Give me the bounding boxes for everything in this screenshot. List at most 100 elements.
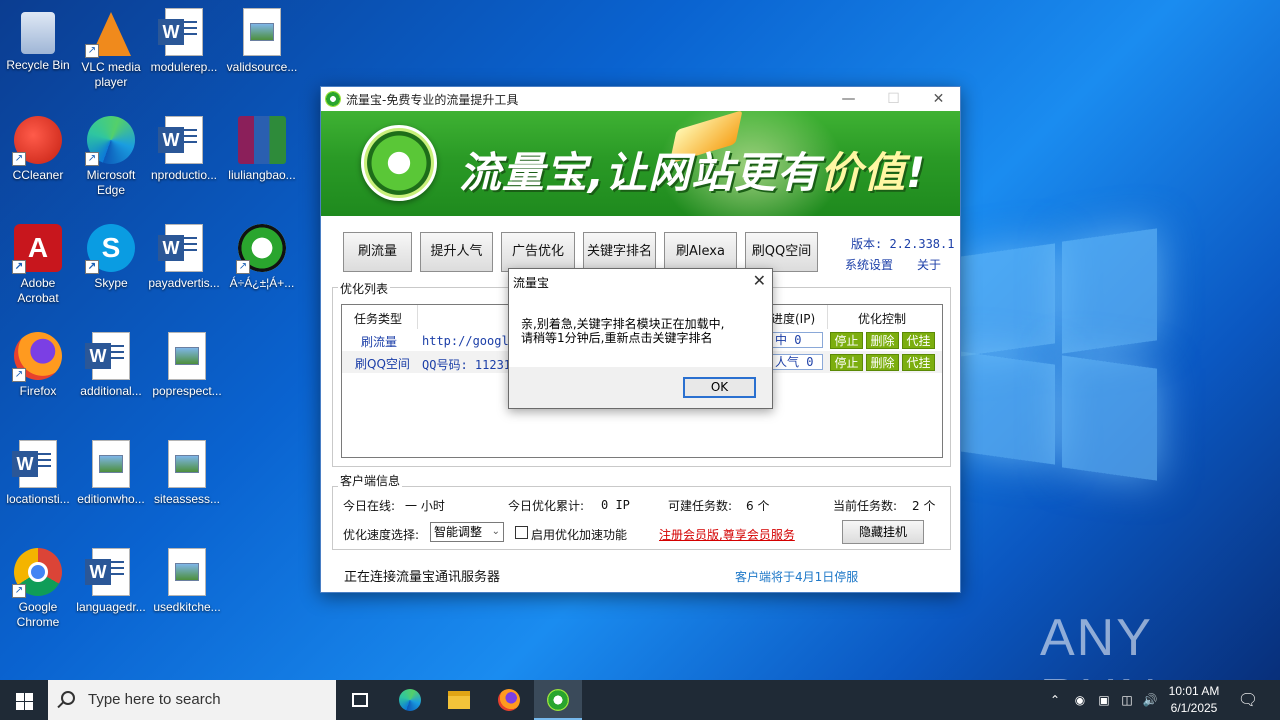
hide-hang-button[interactable]: 隐藏挂机 [842,520,924,544]
desktop-icon-ccleaner[interactable]: ↗ CCleaner [0,116,76,183]
network-icon[interactable]: ◫ [1117,680,1137,720]
version-label: 版本: 2.2.338.1 [851,237,955,251]
volume-icon[interactable]: 🔊 [1140,680,1160,720]
col-control: 优化控制 [858,312,907,326]
desktop-icon-label: nproductio... [150,168,218,182]
task-view-icon [352,693,368,707]
taskbar-edge[interactable] [386,680,434,720]
meet-now-icon[interactable]: ▣ [1094,680,1114,720]
dialog-message-line1: 亲,别着急,关键字排名模块正在加载中, [521,317,725,331]
desktop-icon-locationsti[interactable]: W locationsti... [0,440,76,507]
word-doc-icon: W [12,440,57,488]
banner: 流量宝,让网站更有价值! [321,111,960,216]
available-value: 6 个 [746,499,770,513]
desktop-icon-label: editionwho... [77,492,145,506]
maximize-button[interactable]: ☐ [871,87,916,111]
desktop-icon-nproductio[interactable]: W nproductio... [146,116,222,183]
delete-button[interactable]: 删除 [866,332,899,349]
desktop-icon-label: poprespect... [152,384,222,398]
liuliangbao-icon: ↗ [236,224,286,274]
ok-button[interactable]: OK [683,377,756,398]
window-title: 流量宝-免费专业的流量提升工具 [346,92,519,107]
nav-button-qqzone[interactable]: 刷QQ空间 [745,232,818,272]
word-doc-icon: W [85,332,130,380]
liuliangbao-logo [361,125,437,201]
desktop-icon-validsource[interactable]: validsource... [224,8,300,75]
register-link[interactable]: 注册会员版,尊享会员服务 [659,526,795,543]
accum-label: 今日优化累计: [508,499,585,513]
ccleaner-icon: ↗ [12,116,62,166]
nav-button-alexa[interactable]: 刷Alexa [664,232,737,272]
word-doc-icon: W [158,8,203,56]
delete-button[interactable]: 删除 [866,354,899,371]
nav-button-guanggaoyouhua[interactable]: 广告优化 [501,232,575,272]
desktop-icon-editionwho[interactable]: editionwho... [73,440,149,507]
desktop-icon-siteassess[interactable]: siteassess... [149,440,225,507]
current-label: 当前任务数: [833,499,898,513]
speed-select[interactable]: 智能调整 ⌄ [430,522,504,542]
clock-time: 10:01 AM [1168,684,1220,698]
hang-button[interactable]: 代挂 [902,332,935,349]
row-target: QQ号码: 11231 [422,358,512,372]
desktop-icon-additional[interactable]: W additional... [73,332,149,399]
col-progress: 进度(IP) [771,312,816,326]
dialog-close-button[interactable]: ✕ [753,271,766,290]
dialog-message-line2: 请稍等1分钟后,重新点击关键字排名 [521,331,713,345]
desktop-icon-poprespect[interactable]: poprespect... [149,332,225,399]
desktop-icon-edge[interactable]: ↗ Microsoft Edge [73,116,149,198]
row-progress: 人气 0 [771,354,823,370]
desktop-icon-vlc[interactable]: ↗ VLC media player [73,8,149,90]
nav-button-keyword-rank[interactable]: 关键字排名 [583,232,656,272]
stop-button[interactable]: 停止 [830,332,863,349]
taskbar-clock[interactable]: 10:01 AM 6/1/2025 [1160,683,1228,717]
status-right: 客户端将于4月1日停服 [735,570,859,584]
desktop-icon-languagedr[interactable]: W languagedr... [73,548,149,615]
chevron-up-icon[interactable]: ⌃ [1046,680,1064,720]
taskbar-file-explorer[interactable] [435,680,483,720]
image-file-icon [168,440,206,488]
minimize-button[interactable]: — [826,87,871,111]
search-placeholder: Type here to search [88,691,221,708]
about-link[interactable]: 关于 [917,256,941,273]
start-button[interactable] [0,680,48,720]
desktop-icon-liuliangbao-archive[interactable]: liuliangbao... [224,116,300,183]
desktop-icon-label: Google Chrome [16,600,60,629]
app-icon [325,91,341,107]
desktop-icon-modulerep[interactable]: W modulerep... [146,8,222,75]
nav-button-tishengrenqi[interactable]: 提升人气 [420,232,493,272]
desktop-icon-recycle-bin[interactable]: Recycle Bin [0,8,76,73]
nav-button-shualiuliang[interactable]: 刷流量 [343,232,412,272]
notifications-icon[interactable]: 🗨 [1236,680,1260,720]
desktop-icon-firefox[interactable]: ↗ Firefox [0,332,76,399]
message-dialog: 流量宝 ✕ 亲,别着急,关键字排名模块正在加载中, 请稍等1分钟后,重新点击关键… [508,268,773,409]
chrome-icon: ↗ [12,548,62,598]
taskbar-liuliangbao[interactable] [534,680,582,720]
accel-checkbox[interactable] [515,526,528,539]
desktop-icon-skype[interactable]: S ↗ Skype [73,224,149,291]
settings-link[interactable]: 系统设置 [845,256,893,273]
tray-app-icon[interactable]: ◉ [1070,680,1090,720]
desktop-icon-acrobat[interactable]: A ↗ Adobe Acrobat [0,224,76,306]
winrar-icon [238,116,286,164]
hang-button[interactable]: 代挂 [902,354,935,371]
desktop-icon-label: languagedr... [76,600,146,614]
desktop-icon-liuliangbao[interactable]: ↗ Á÷Á¿±¦Á+... [224,224,300,291]
task-view-button[interactable] [336,680,384,720]
firefox-icon [498,689,520,711]
taskbar-search[interactable]: Type here to search [48,680,336,720]
taskbar-firefox[interactable] [485,680,533,720]
stop-button[interactable]: 停止 [830,354,863,371]
acrobat-icon: A ↗ [12,224,62,274]
desktop-icon-chrome[interactable]: ↗ Google Chrome [0,548,76,630]
dialog-title[interactable]: 流量宝 [509,269,772,297]
skype-icon: S ↗ [85,224,135,274]
window-titlebar[interactable]: 流量宝-免费专业的流量提升工具 — ☐ ✕ [321,87,960,111]
status-left: 正在连接流量宝通讯服务器 [344,570,501,585]
online-label: 今日在线: [343,499,396,513]
close-button[interactable]: ✕ [916,87,961,111]
desktop-icon-usedkitche[interactable]: usedkitche... [149,548,225,615]
banner-slogan: 流量宝,让网站更有价值! [459,148,927,197]
client-info-title: 客户端信息 [338,472,403,489]
desktop-icon-label: Microsoft Edge [86,168,136,197]
desktop-icon-payadvertis[interactable]: W payadvertis... [146,224,222,291]
